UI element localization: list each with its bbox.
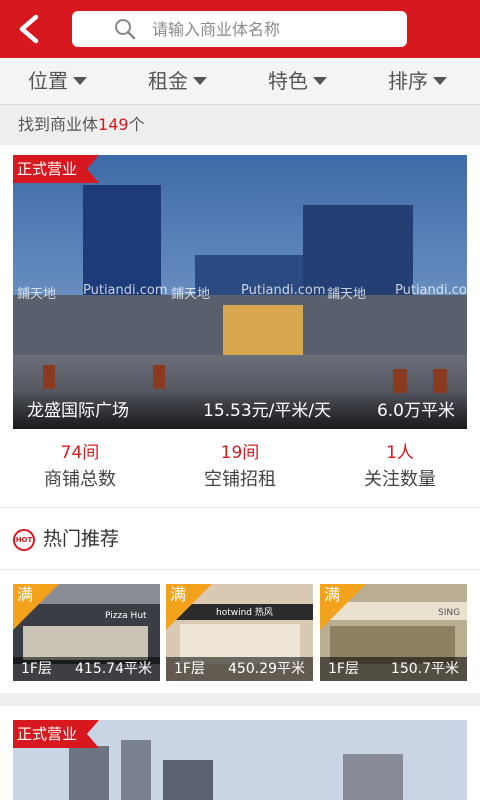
hot-item[interactable]: Pizza Hut 满 1F层 415.74平米: [13, 584, 160, 681]
back-button[interactable]: [10, 9, 50, 49]
filter-label: 租金: [148, 69, 188, 93]
filter-bar: 位置 租金 特色 排序: [0, 58, 480, 105]
full-tag: 满: [166, 584, 212, 630]
listing-price: 15.53元/平米/天: [203, 401, 332, 421]
stat-label: 商铺总数: [44, 469, 116, 490]
search-input[interactable]: [152, 16, 392, 42]
hot-item-info: 1F层 150.7平米: [320, 657, 467, 681]
top-bar: [0, 0, 480, 58]
stat-value: 74间: [60, 443, 100, 463]
hot-item-area: 150.7平米: [390, 661, 459, 677]
filter-feature[interactable]: 特色: [268, 58, 327, 105]
hot-item[interactable]: SING 满 1F层 150.7平米: [320, 584, 467, 681]
watermark: 鋪天地: [171, 287, 211, 302]
stat-total-shops: 74间 商铺总数: [0, 441, 160, 495]
shop-sign: Pizza Hut: [105, 611, 147, 621]
listing-area: 6.0万平米: [376, 401, 455, 421]
caret-down-icon: [193, 76, 207, 85]
caret-down-icon: [433, 76, 447, 85]
listing-card[interactable]: 鋪天地 Putiandi.com 鋪天地 Putiandi.com 鋪天地 Pu…: [0, 145, 480, 507]
result-count-prefix: 找到商业体: [18, 115, 99, 134]
full-tag-text: 满: [170, 585, 187, 604]
caret-down-icon: [313, 76, 327, 85]
hot-item-area: 415.74平米: [75, 661, 152, 677]
hot-item-area: 450.29平米: [228, 661, 305, 677]
filter-rent[interactable]: 租金: [148, 58, 207, 105]
hot-header: HOT 热门推荐: [0, 508, 480, 570]
caret-down-icon: [73, 76, 87, 85]
stat-value: 1人: [386, 443, 414, 463]
listing-photo[interactable]: 鋪天地 Putiandi.com 鋪天地 Putiandi.com 鋪天地 Pu…: [13, 155, 467, 429]
filter-label: 特色: [268, 69, 308, 93]
back-arrow-icon: [19, 14, 39, 44]
hot-tiles: Pizza Hut 满 1F层 415.74平米 hotwind 热风 满 1F…: [0, 584, 480, 681]
section-title: 热门推荐: [43, 528, 120, 550]
full-tag: 满: [320, 584, 366, 630]
hot-item[interactable]: hotwind 热风 满 1F层 450.29平米: [166, 584, 313, 681]
full-tag: 满: [13, 584, 59, 630]
full-tag-text: 满: [324, 585, 341, 604]
search-icon: [115, 19, 136, 40]
watermark: 鋪天地: [17, 287, 57, 302]
result-count: 找到商业体149个: [0, 105, 480, 145]
listing-stats: 74间 商铺总数 19间 空铺招租 1人 关注数量: [0, 441, 480, 501]
watermark: Putiandi.com: [395, 283, 467, 298]
hot-item-floor: 1F层: [174, 661, 205, 677]
status-badge: 正式营业: [13, 155, 100, 183]
stat-label: 关注数量: [364, 469, 436, 490]
filter-location[interactable]: 位置: [28, 58, 87, 105]
full-tag-text: 满: [17, 585, 34, 604]
stat-followers: 1人 关注数量: [320, 441, 480, 495]
filter-label: 位置: [28, 69, 68, 93]
hot-item-info: 1F层 415.74平米: [13, 657, 160, 681]
stat-label: 空铺招租: [204, 469, 276, 490]
watermark: 鋪天地: [327, 287, 367, 302]
result-count-number: 149: [98, 115, 129, 134]
hot-icon: HOT: [13, 529, 35, 551]
listing-name: 龙盛国际广场: [27, 401, 129, 421]
watermark: Putiandi.com: [241, 283, 326, 298]
hot-item-info: 1F层 450.29平米: [166, 657, 313, 681]
result-count-suffix: 个: [128, 115, 145, 134]
shop-sign: hotwind 热风: [216, 606, 273, 618]
stat-vacant-shops: 19间 空铺招租: [160, 441, 320, 495]
filter-label: 排序: [388, 69, 428, 93]
watermark: Putiandi.com: [83, 283, 168, 298]
filter-sort[interactable]: 排序: [388, 58, 447, 105]
listing-photo[interactable]: 正式营业: [13, 720, 467, 800]
listing-info-bar: 龙盛国际广场 15.53元/平米/天 6.0万平米: [13, 393, 467, 429]
hot-item-floor: 1F层: [328, 661, 359, 677]
hot-item-floor: 1F层: [21, 661, 52, 677]
stat-value: 19间: [220, 443, 260, 463]
listing-card[interactable]: 正式营业: [0, 706, 480, 800]
shop-sign: SING: [438, 608, 460, 618]
hot-recommendations: HOT 热门推荐 Pizza Hut 满 1F层 415.74平米 hotwin…: [0, 507, 480, 693]
status-badge: 正式营业: [13, 720, 100, 748]
search-box[interactable]: [72, 11, 407, 47]
